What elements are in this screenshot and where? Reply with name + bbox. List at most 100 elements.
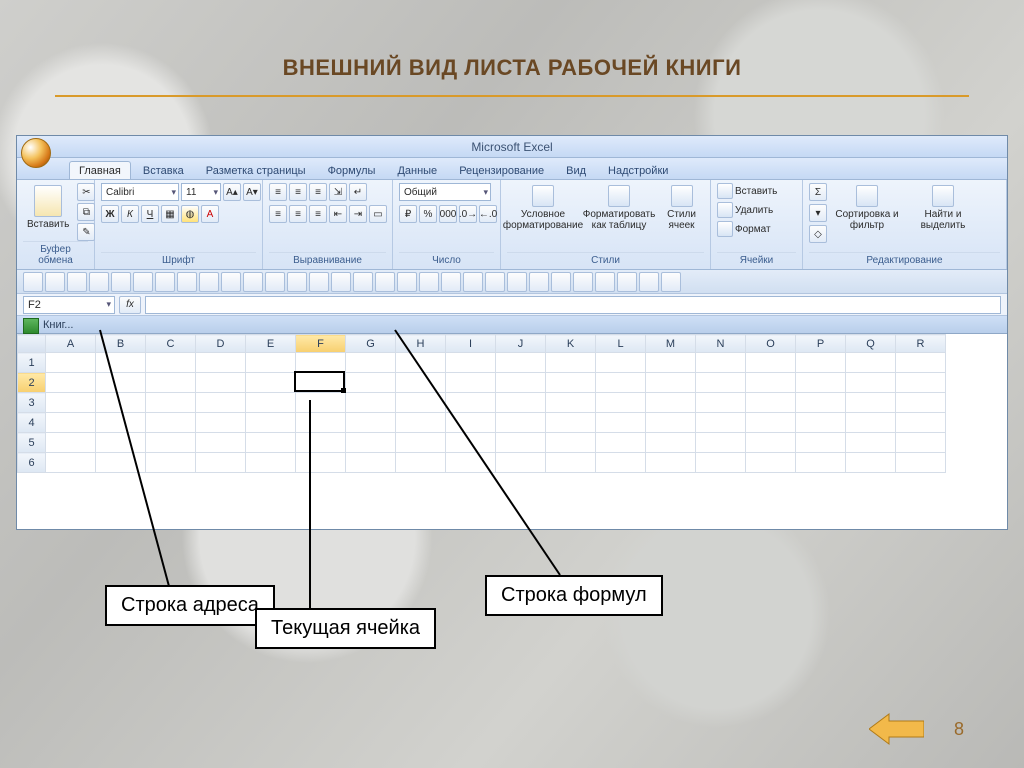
tab-formulas[interactable]: Формулы [318,161,386,179]
cell-Q4[interactable] [846,413,896,433]
formula-bar[interactable] [145,296,1001,314]
cell-M4[interactable] [646,413,696,433]
col-header-A[interactable]: A [46,335,96,353]
cell-O1[interactable] [746,353,796,373]
qat-btn[interactable] [375,272,395,292]
autosum-button[interactable]: Σ [809,183,827,201]
cell-H3[interactable] [396,393,446,413]
qat-btn[interactable] [419,272,439,292]
cell-L6[interactable] [596,453,646,473]
col-header-D[interactable]: D [196,335,246,353]
qat-btn[interactable] [617,272,637,292]
cell-Q2[interactable] [846,373,896,393]
qat-btn[interactable] [595,272,615,292]
cell-L1[interactable] [596,353,646,373]
qat-btn[interactable] [397,272,417,292]
col-header-B[interactable]: B [96,335,146,353]
tab-insert[interactable]: Вставка [133,161,194,179]
qat-btn[interactable] [639,272,659,292]
cond-format-button[interactable]: Условное форматирование [507,183,579,233]
cell-H4[interactable] [396,413,446,433]
qat-btn[interactable] [199,272,219,292]
bold-button[interactable]: Ж [101,205,119,223]
cell-N4[interactable] [696,413,746,433]
align-center-button[interactable]: ≡ [289,205,307,223]
cell-K4[interactable] [546,413,596,433]
col-header-L[interactable]: L [596,335,646,353]
cell-L3[interactable] [596,393,646,413]
cell-D4[interactable] [196,413,246,433]
cell-F4[interactable] [296,413,346,433]
qat-btn[interactable] [551,272,571,292]
inc-decimal-button[interactable]: .0→ [459,205,477,223]
cell-E4[interactable] [246,413,296,433]
tab-pagelayout[interactable]: Разметка страницы [196,161,316,179]
merge-button[interactable]: ▭ [369,205,387,223]
cell-R6[interactable] [896,453,946,473]
col-header-H[interactable]: H [396,335,446,353]
qat-btn[interactable] [441,272,461,292]
currency-button[interactable]: ₽ [399,205,417,223]
cell-D6[interactable] [196,453,246,473]
qat-btn[interactable] [111,272,131,292]
name-box[interactable]: F2 [23,296,115,314]
cell-C2[interactable] [146,373,196,393]
col-header-R[interactable]: R [896,335,946,353]
align-top-button[interactable]: ≡ [269,183,287,201]
indent-dec-button[interactable]: ⇤ [329,205,347,223]
cell-D3[interactable] [196,393,246,413]
cell-H2[interactable] [396,373,446,393]
qat-btn[interactable] [309,272,329,292]
qat-btn[interactable] [463,272,483,292]
cell-N2[interactable] [696,373,746,393]
sort-filter-button[interactable]: Сортировка и фильтр [831,183,903,233]
cell-G6[interactable] [346,453,396,473]
col-header-O[interactable]: O [746,335,796,353]
cell-N3[interactable] [696,393,746,413]
cell-D1[interactable] [196,353,246,373]
cell-C3[interactable] [146,393,196,413]
align-right-button[interactable]: ≡ [309,205,327,223]
align-bot-button[interactable]: ≡ [309,183,327,201]
format-as-table-button[interactable]: Форматировать как таблицу [583,183,655,233]
fill-button[interactable]: ▾ [809,204,827,222]
number-format-combo[interactable]: Общий [399,183,491,201]
cell-K1[interactable] [546,353,596,373]
cell-H6[interactable] [396,453,446,473]
cell-B5[interactable] [96,433,146,453]
qat-btn[interactable] [45,272,65,292]
qat-btn[interactable] [485,272,505,292]
cell-R3[interactable] [896,393,946,413]
cell-M3[interactable] [646,393,696,413]
col-header-F[interactable]: F [296,335,346,353]
row-header-6[interactable]: 6 [18,453,46,473]
qat-btn[interactable] [67,272,87,292]
cell-J4[interactable] [496,413,546,433]
cell-E6[interactable] [246,453,296,473]
row-header-3[interactable]: 3 [18,393,46,413]
format-painter-button[interactable]: ✎ [77,223,95,241]
cell-I4[interactable] [446,413,496,433]
cell-M6[interactable] [646,453,696,473]
cell-A5[interactable] [46,433,96,453]
cell-O6[interactable] [746,453,796,473]
cell-K6[interactable] [546,453,596,473]
wrap-text-button[interactable]: ↵ [349,183,367,201]
dec-decimal-button[interactable]: ←.0 [479,205,497,223]
row-header-1[interactable]: 1 [18,353,46,373]
qat-btn[interactable] [23,272,43,292]
insert-function-button[interactable]: fx [119,296,141,314]
qat-btn[interactable] [177,272,197,292]
qat-btn[interactable] [265,272,285,292]
cell-K2[interactable] [546,373,596,393]
cell-M1[interactable] [646,353,696,373]
cell-N6[interactable] [696,453,746,473]
cell-G2[interactable] [346,373,396,393]
cell-Q3[interactable] [846,393,896,413]
qat-btn[interactable] [573,272,593,292]
row-header-4[interactable]: 4 [18,413,46,433]
align-mid-button[interactable]: ≡ [289,183,307,201]
col-header-N[interactable]: N [696,335,746,353]
cell-L4[interactable] [596,413,646,433]
cell-F1[interactable] [296,353,346,373]
